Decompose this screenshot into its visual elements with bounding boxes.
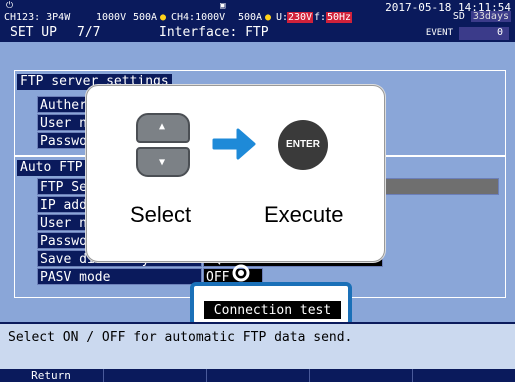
header-row: SET UP 7/7 Interface: FTP EVENT 0 xyxy=(4,23,511,41)
function-key-4[interactable] xyxy=(309,369,410,382)
connection-test-button[interactable]: Connection test xyxy=(203,300,342,320)
sd-card-icon: ▣ xyxy=(220,1,226,11)
ch123-current: 500A xyxy=(133,12,158,23)
sd-label: SD xyxy=(452,11,465,22)
u-value: 230V xyxy=(287,12,314,23)
function-key-3[interactable] xyxy=(206,369,307,382)
dpad-icon: ▲ ▼ xyxy=(136,113,190,179)
pasv-mode-label[interactable]: PASV mode xyxy=(37,268,202,285)
help-text: Select ON / OFF for automatic FTP data s… xyxy=(8,330,353,345)
execute-label: Execute xyxy=(264,202,344,227)
event-label: EVENT xyxy=(425,28,453,38)
wiring-label: CH123: 3P4W xyxy=(4,12,71,23)
page-title: Interface: FTP xyxy=(159,25,269,40)
ch4-voltage: CH4:1000V xyxy=(171,12,226,23)
function-key-5[interactable] xyxy=(412,369,515,382)
clamp-warning-icon: ● xyxy=(160,12,167,23)
event-count: 0 xyxy=(459,27,509,40)
arrow-right-icon xyxy=(212,128,256,160)
status-row-measurement: CH123: 3P4W 1000V 500A ● CH4:1000V 500A … xyxy=(4,11,511,23)
ch4-current: 500A xyxy=(238,12,263,23)
touch-cursor-icon xyxy=(232,264,250,282)
status-bar: ⏻ ▣ 2017-05-18 14:11:54 CH123: 3P4W 1000… xyxy=(0,0,515,42)
return-key[interactable]: Return xyxy=(0,369,102,382)
dpad-down-icon: ▼ xyxy=(136,147,190,177)
sd-status: SD 33days xyxy=(453,11,511,22)
f-value: 50Hz xyxy=(326,12,353,23)
auto-ftp-title: Auto FTP xyxy=(17,160,86,176)
function-key-2[interactable] xyxy=(103,369,204,382)
instrument-screen: ⏻ ▣ 2017-05-18 14:11:54 CH123: 3P4W 1000… xyxy=(0,0,515,382)
page-indicator: 7/7 xyxy=(77,25,101,40)
clamp-warning-icon-ch4: ● xyxy=(265,12,272,23)
f-label: f: xyxy=(314,12,327,23)
select-label: Select xyxy=(130,202,192,227)
dpad-up-icon: ▲ xyxy=(136,113,190,143)
setup-title: SET UP xyxy=(10,25,57,40)
sd-days: 33days xyxy=(470,11,511,22)
function-key-bar: Return xyxy=(0,369,515,382)
enter-key-icon: ENTER xyxy=(278,120,328,170)
status-row-top: ⏻ ▣ 2017-05-18 14:11:54 xyxy=(4,1,511,14)
ch123-voltage: 1000V xyxy=(96,12,127,23)
power-plug-icon: ⏻ xyxy=(6,1,14,11)
help-bar-spacer xyxy=(0,352,515,369)
help-bar: Select ON / OFF for automatic FTP data s… xyxy=(0,322,515,354)
instruction-popup xyxy=(86,85,385,262)
